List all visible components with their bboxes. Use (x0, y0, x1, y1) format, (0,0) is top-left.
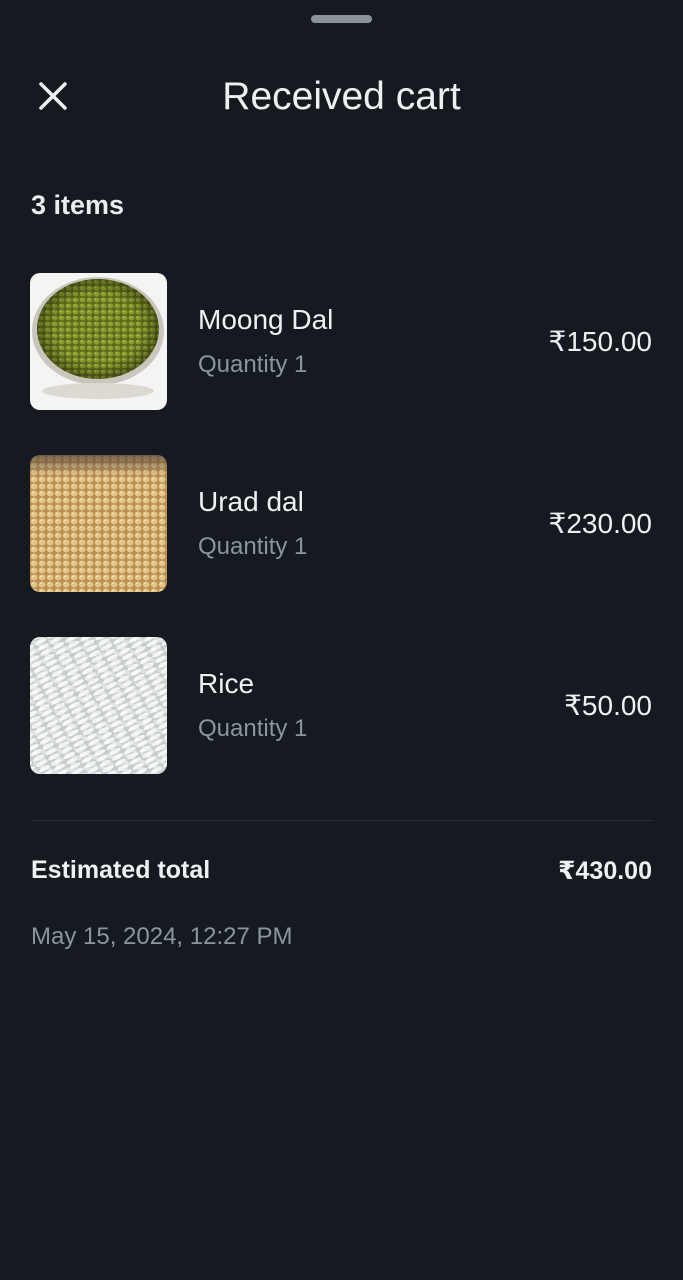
item-price: ₹230.00 (548, 508, 652, 539)
item-quantity: Quantity 1 (198, 715, 308, 742)
estimated-total-label: Estimated total (31, 856, 211, 884)
item-quantity: Quantity 1 (198, 533, 308, 560)
close-icon (39, 82, 67, 110)
item-name: Urad dal (198, 486, 304, 517)
item-name: Moong Dal (198, 304, 334, 335)
item-name: Rice (198, 668, 255, 699)
urad-dal-photo (30, 455, 167, 592)
item-price: ₹150.00 (548, 326, 652, 357)
sheet-header: Received cart (0, 62, 683, 132)
close-button[interactable] (28, 75, 78, 119)
moong-dal-photo (30, 273, 167, 410)
divider (31, 820, 652, 821)
item-quantity: Quantity 1 (198, 351, 308, 378)
list-item[interactable]: Urad dal Quantity 1 ₹230.00 (0, 455, 683, 592)
rice-photo (30, 637, 167, 774)
list-item[interactable]: Moong Dal Quantity 1 ₹150.00 (0, 273, 683, 410)
item-count: 3 items (31, 190, 125, 220)
item-price: ₹50.00 (564, 690, 652, 721)
cart-timestamp: May 15, 2024, 12:27 PM (31, 923, 293, 950)
estimated-total-value: ₹430.00 (558, 857, 652, 885)
list-item[interactable]: Rice Quantity 1 ₹50.00 (0, 637, 683, 774)
page-title: Received cart (222, 75, 461, 118)
sheet-drag-handle[interactable] (311, 15, 372, 23)
